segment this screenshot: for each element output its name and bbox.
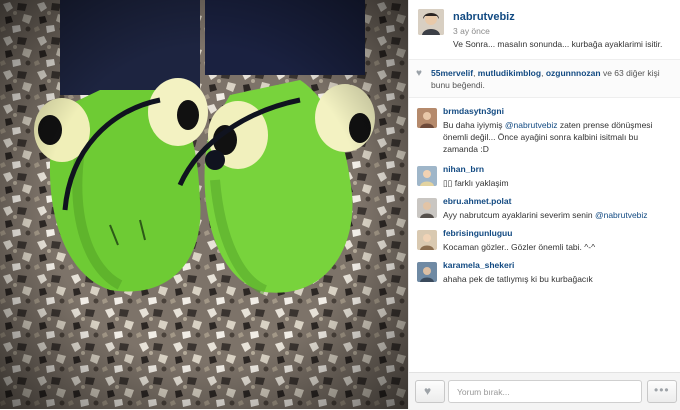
commenter-avatar[interactable] bbox=[417, 262, 437, 282]
like-button[interactable]: ♥ bbox=[415, 380, 445, 403]
comment-item: nihan_brn ▯▯ farklı yaklaşim bbox=[409, 164, 680, 194]
comment-footer: ♥ Yorum bırak... ••• bbox=[409, 372, 680, 410]
commenter-avatar[interactable] bbox=[417, 166, 437, 186]
owner-username[interactable]: nabrutvebiz bbox=[453, 11, 515, 23]
post-photo[interactable] bbox=[0, 0, 408, 409]
commenter-username[interactable]: brmdasytn3gni bbox=[443, 106, 504, 116]
likes-summary: 55mervelif, mutludikimblog, ozgunnnozan … bbox=[431, 68, 660, 90]
commenter-avatar[interactable] bbox=[417, 108, 437, 128]
comment-item: karamela_shekeri ahaha pek de tatlıymış … bbox=[409, 260, 680, 290]
comment-item: ebru.ahmet.polat Ayy nabrutcum ayaklarin… bbox=[409, 196, 680, 226]
frog-slippers-image bbox=[0, 0, 408, 409]
comment-item: brmdasytn3gni Bu daha iyiymiş @nabrutveb… bbox=[409, 106, 680, 160]
commenter-username[interactable]: febrisingunluguu bbox=[443, 228, 512, 238]
post-details-panel: nabrutvebiz 3 ay önce Ve Sonra... masalı… bbox=[408, 0, 680, 410]
post-header: nabrutvebiz 3 ay önce Ve Sonra... masalı… bbox=[409, 0, 680, 56]
liker-username[interactable]: ozgunnnozan bbox=[546, 68, 601, 78]
comment-input[interactable]: Yorum bırak... bbox=[448, 380, 642, 403]
post-time[interactable]: 3 ay önce bbox=[453, 26, 490, 36]
comment-text: ▯▯ farklı yaklaşim bbox=[443, 178, 509, 188]
comment-text: Ayy nabrutcum ayaklarini severim senin @… bbox=[443, 210, 648, 220]
heart-icon: ♥ bbox=[424, 384, 432, 398]
post-caption: Ve Sonra... masalın sonunda... kurbağa a… bbox=[453, 39, 663, 49]
owner-avatar[interactable] bbox=[418, 9, 444, 35]
commenter-avatar[interactable] bbox=[417, 230, 437, 250]
heart-icon: ♥ bbox=[416, 68, 422, 79]
commenter-username[interactable]: karamela_shekeri bbox=[443, 260, 514, 270]
likes-count[interactable]: 63 bbox=[614, 68, 623, 78]
commenter-username[interactable]: nihan_brn bbox=[443, 164, 484, 174]
likes-section: ♥ 55mervelif, mutludikimblog, ozgunnnoza… bbox=[409, 59, 680, 98]
more-options-button[interactable]: ••• bbox=[647, 380, 677, 403]
commenter-avatar[interactable] bbox=[417, 198, 437, 218]
comment-text: Bu daha iyiymiş @nabrutvebiz zaten prens… bbox=[443, 120, 653, 154]
comment-text: Kocaman gözler.. Gözler önemli tabi. ^-^ bbox=[443, 242, 596, 252]
liker-username[interactable]: 55mervelif bbox=[431, 68, 473, 78]
mention-link[interactable]: @nabrutvebiz bbox=[505, 120, 558, 130]
liker-username[interactable]: mutludikimblog bbox=[478, 68, 541, 78]
comments-list: brmdasytn3gni Bu daha iyiymiş @nabrutveb… bbox=[409, 100, 680, 372]
commenter-username[interactable]: ebru.ahmet.polat bbox=[443, 196, 511, 206]
mention-link[interactable]: @nabrutvebiz bbox=[595, 210, 648, 220]
comment-text: ahaha pek de tatlıymış ki bu kurbağacık bbox=[443, 274, 593, 284]
more-options-icon: ••• bbox=[654, 383, 670, 397]
post-viewer: nabrutvebiz 3 ay önce Ve Sonra... masalı… bbox=[0, 0, 680, 410]
comment-item: febrisingunluguu Kocaman gözler.. Gözler… bbox=[409, 228, 680, 258]
